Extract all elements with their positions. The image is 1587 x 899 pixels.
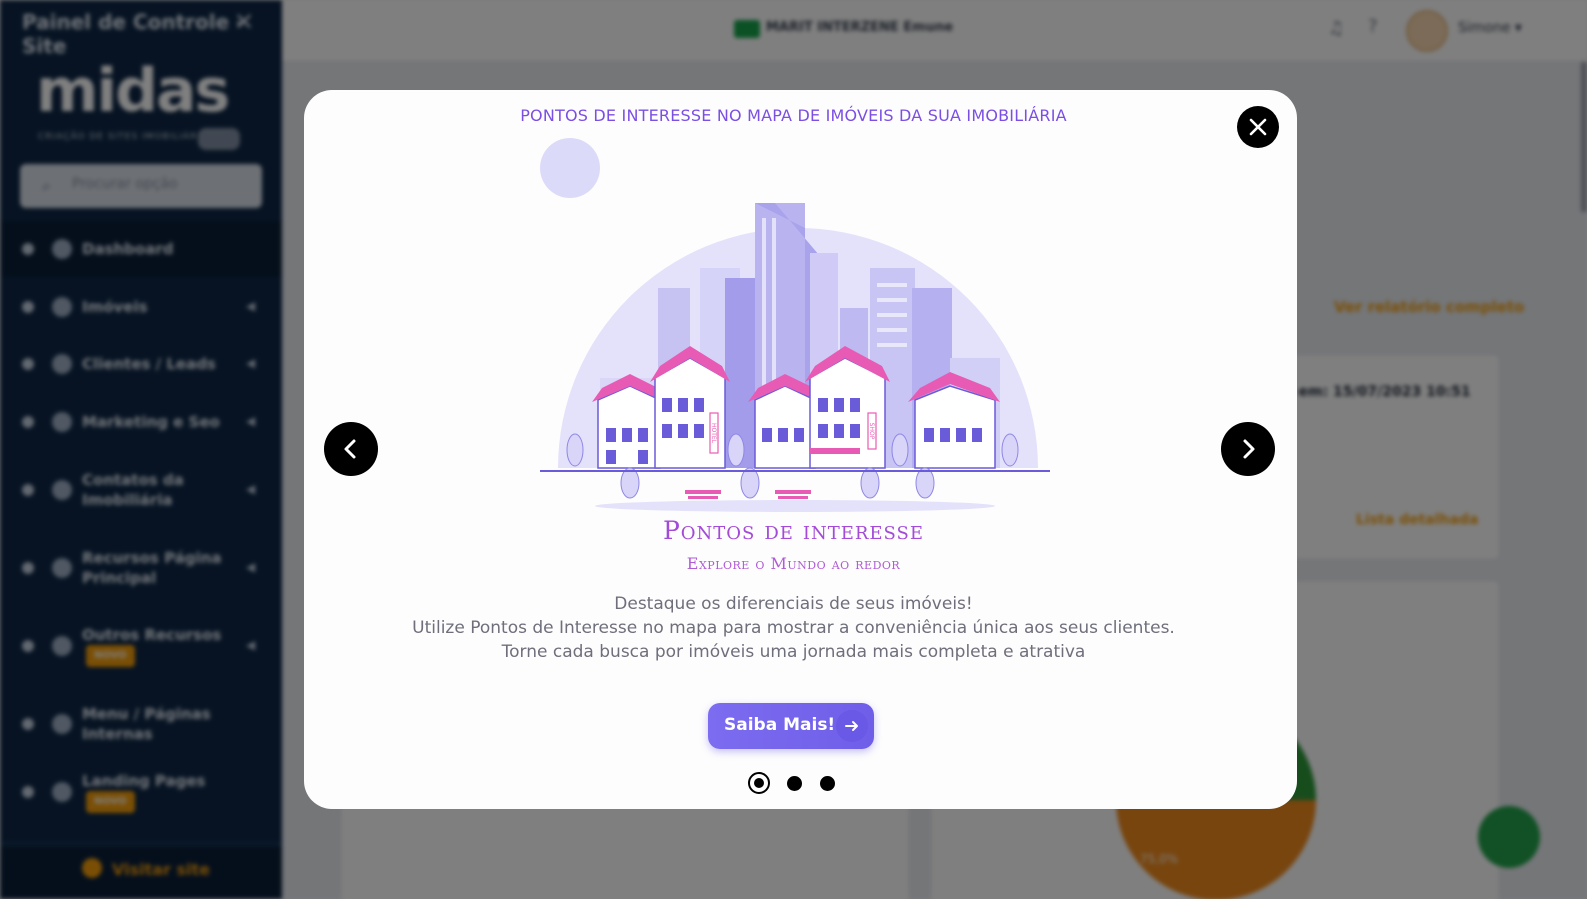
shop-sign: SHOP bbox=[868, 423, 875, 440]
house-4: SHOP bbox=[805, 346, 890, 469]
learn-more-label: Saiba Mais! bbox=[724, 715, 836, 735]
decor-circle bbox=[540, 138, 600, 198]
arrow-right-icon bbox=[836, 710, 868, 742]
carousel-dot-1[interactable] bbox=[748, 772, 770, 794]
close-button[interactable] bbox=[1237, 106, 1279, 148]
slide-subtitle: Explore o Mundo ao redor bbox=[686, 554, 901, 573]
slide-body: Destaque os diferenciais de seus imóveis… bbox=[0, 592, 1587, 664]
carousel-next-button[interactable] bbox=[1221, 422, 1275, 476]
carousel-prev-button[interactable] bbox=[324, 422, 378, 476]
carousel-dot-3[interactable] bbox=[820, 776, 835, 791]
close-icon bbox=[1249, 118, 1267, 136]
modal-heading: PONTOS DE INTERESSE NO MAPA DE IMÓVEIS D… bbox=[520, 106, 1067, 125]
chevron-left-icon bbox=[344, 439, 356, 459]
body-line: Torne cada busca por imóveis uma jornada… bbox=[501, 642, 1086, 662]
body-line: Utilize Pontos de Interesse no mapa para… bbox=[412, 618, 1175, 638]
city-illustration: HOTEL SHOP bbox=[540, 138, 1050, 512]
hotel-sign: HOTEL bbox=[710, 423, 717, 444]
learn-more-button[interactable]: Saiba Mais! bbox=[708, 703, 874, 749]
slide-title: Pontos de interesse bbox=[662, 516, 925, 545]
carousel-indicators bbox=[748, 772, 848, 794]
body-line: Destaque os diferenciais de seus imóveis… bbox=[614, 594, 973, 614]
chevron-right-icon bbox=[1243, 439, 1255, 459]
carousel-dot-2[interactable] bbox=[787, 776, 802, 791]
